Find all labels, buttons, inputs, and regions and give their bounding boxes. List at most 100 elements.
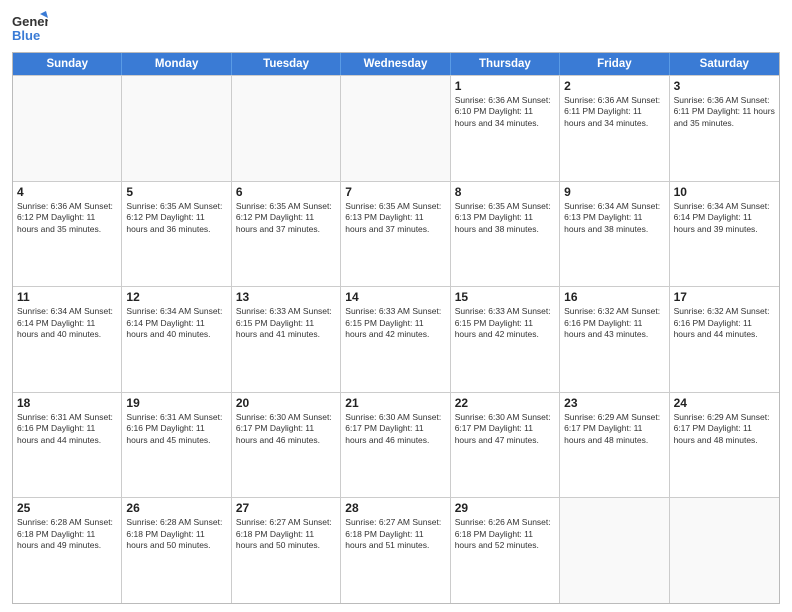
logo: General Blue	[12, 10, 48, 46]
cell-day-number: 20	[236, 396, 336, 410]
calendar-cell: 19 Sunrise: 6:31 AM Sunset: 6:16 PM Dayli…	[122, 393, 231, 498]
cell-day-number: 11	[17, 290, 117, 304]
calendar-cell	[560, 498, 669, 603]
cell-day-number: 6	[236, 185, 336, 199]
cell-info: Sunrise: 6:35 AM Sunset: 6:13 PM Dayligh…	[345, 201, 445, 235]
cell-info: Sunrise: 6:31 AM Sunset: 6:16 PM Dayligh…	[126, 412, 226, 446]
cell-day-number: 14	[345, 290, 445, 304]
calendar-cell: 14 Sunrise: 6:33 AM Sunset: 6:15 PM Dayli…	[341, 287, 450, 392]
cell-day-number: 1	[455, 79, 555, 93]
cell-info: Sunrise: 6:32 AM Sunset: 6:16 PM Dayligh…	[674, 306, 775, 340]
day-header-tuesday: Tuesday	[232, 53, 341, 75]
cell-info: Sunrise: 6:27 AM Sunset: 6:18 PM Dayligh…	[345, 517, 445, 551]
calendar-cell	[341, 76, 450, 181]
svg-text:Blue: Blue	[12, 28, 40, 43]
cell-day-number: 17	[674, 290, 775, 304]
cell-info: Sunrise: 6:30 AM Sunset: 6:17 PM Dayligh…	[236, 412, 336, 446]
calendar-header: SundayMondayTuesdayWednesdayThursdayFrid…	[13, 53, 779, 75]
cell-day-number: 23	[564, 396, 664, 410]
cell-info: Sunrise: 6:27 AM Sunset: 6:18 PM Dayligh…	[236, 517, 336, 551]
calendar-cell	[232, 76, 341, 181]
cell-info: Sunrise: 6:26 AM Sunset: 6:18 PM Dayligh…	[455, 517, 555, 551]
logo-icon: General Blue	[12, 10, 48, 46]
day-header-sunday: Sunday	[13, 53, 122, 75]
day-header-friday: Friday	[560, 53, 669, 75]
calendar-cell: 15 Sunrise: 6:33 AM Sunset: 6:15 PM Dayli…	[451, 287, 560, 392]
calendar-week-1: 4 Sunrise: 6:36 AM Sunset: 6:12 PM Daylig…	[13, 181, 779, 287]
cell-info: Sunrise: 6:34 AM Sunset: 6:13 PM Dayligh…	[564, 201, 664, 235]
calendar-cell: 13 Sunrise: 6:33 AM Sunset: 6:15 PM Dayli…	[232, 287, 341, 392]
cell-info: Sunrise: 6:34 AM Sunset: 6:14 PM Dayligh…	[126, 306, 226, 340]
cell-info: Sunrise: 6:34 AM Sunset: 6:14 PM Dayligh…	[674, 201, 775, 235]
calendar-cell: 9 Sunrise: 6:34 AM Sunset: 6:13 PM Daylig…	[560, 182, 669, 287]
cell-info: Sunrise: 6:29 AM Sunset: 6:17 PM Dayligh…	[564, 412, 664, 446]
calendar-cell: 11 Sunrise: 6:34 AM Sunset: 6:14 PM Dayli…	[13, 287, 122, 392]
cell-day-number: 4	[17, 185, 117, 199]
calendar-week-3: 18 Sunrise: 6:31 AM Sunset: 6:16 PM Dayli…	[13, 392, 779, 498]
calendar-cell: 7 Sunrise: 6:35 AM Sunset: 6:13 PM Daylig…	[341, 182, 450, 287]
cell-info: Sunrise: 6:31 AM Sunset: 6:16 PM Dayligh…	[17, 412, 117, 446]
calendar-cell: 20 Sunrise: 6:30 AM Sunset: 6:17 PM Dayli…	[232, 393, 341, 498]
cell-day-number: 18	[17, 396, 117, 410]
calendar-week-2: 11 Sunrise: 6:34 AM Sunset: 6:14 PM Dayli…	[13, 286, 779, 392]
calendar-cell: 23 Sunrise: 6:29 AM Sunset: 6:17 PM Dayli…	[560, 393, 669, 498]
calendar-cell: 3 Sunrise: 6:36 AM Sunset: 6:11 PM Daylig…	[670, 76, 779, 181]
calendar-cell	[122, 76, 231, 181]
calendar-cell: 21 Sunrise: 6:30 AM Sunset: 6:17 PM Dayli…	[341, 393, 450, 498]
day-header-wednesday: Wednesday	[341, 53, 450, 75]
cell-day-number: 9	[564, 185, 664, 199]
cell-info: Sunrise: 6:36 AM Sunset: 6:11 PM Dayligh…	[564, 95, 664, 129]
cell-day-number: 8	[455, 185, 555, 199]
calendar-cell: 18 Sunrise: 6:31 AM Sunset: 6:16 PM Dayli…	[13, 393, 122, 498]
day-header-monday: Monday	[122, 53, 231, 75]
calendar-cell: 8Sunrise: 6:35 AM Sunset: 6:13 PM Daylig…	[451, 182, 560, 287]
cell-info: Sunrise: 6:33 AM Sunset: 6:15 PM Dayligh…	[236, 306, 336, 340]
cell-day-number: 28	[345, 501, 445, 515]
cell-day-number: 27	[236, 501, 336, 515]
cell-day-number: 2	[564, 79, 664, 93]
cell-day-number: 29	[455, 501, 555, 515]
calendar-week-4: 25 Sunrise: 6:28 AM Sunset: 6:18 PM Dayli…	[13, 497, 779, 603]
day-header-saturday: Saturday	[670, 53, 779, 75]
calendar-cell: 26 Sunrise: 6:28 AM Sunset: 6:18 PM Dayli…	[122, 498, 231, 603]
cell-day-number: 5	[126, 185, 226, 199]
calendar-cell: 6Sunrise: 6:35 AM Sunset: 6:12 PM Daylig…	[232, 182, 341, 287]
calendar-cell	[13, 76, 122, 181]
cell-day-number: 24	[674, 396, 775, 410]
cell-info: Sunrise: 6:36 AM Sunset: 6:11 PM Dayligh…	[674, 95, 775, 129]
cell-info: Sunrise: 6:36 AM Sunset: 6:12 PM Dayligh…	[17, 201, 117, 235]
cell-info: Sunrise: 6:36 AM Sunset: 6:10 PM Dayligh…	[455, 95, 555, 129]
cell-info: Sunrise: 6:35 AM Sunset: 6:12 PM Dayligh…	[126, 201, 226, 235]
cell-day-number: 7	[345, 185, 445, 199]
cell-day-number: 15	[455, 290, 555, 304]
calendar-cell: 4 Sunrise: 6:36 AM Sunset: 6:12 PM Daylig…	[13, 182, 122, 287]
calendar-cell: 28 Sunrise: 6:27 AM Sunset: 6:18 PM Dayli…	[341, 498, 450, 603]
calendar-cell: 10Sunrise: 6:34 AM Sunset: 6:14 PM Dayli…	[670, 182, 779, 287]
calendar-cell	[670, 498, 779, 603]
calendar-cell: 29 Sunrise: 6:26 AM Sunset: 6:18 PM Dayli…	[451, 498, 560, 603]
calendar-cell: 24 Sunrise: 6:29 AM Sunset: 6:17 PM Dayli…	[670, 393, 779, 498]
cell-day-number: 22	[455, 396, 555, 410]
calendar-cell: 5 Sunrise: 6:35 AM Sunset: 6:12 PM Daylig…	[122, 182, 231, 287]
cell-info: Sunrise: 6:29 AM Sunset: 6:17 PM Dayligh…	[674, 412, 775, 446]
cell-info: Sunrise: 6:32 AM Sunset: 6:16 PM Dayligh…	[564, 306, 664, 340]
calendar-body: 1 Sunrise: 6:36 AM Sunset: 6:10 PM Daylig…	[13, 75, 779, 603]
cell-info: Sunrise: 6:33 AM Sunset: 6:15 PM Dayligh…	[455, 306, 555, 340]
cell-info: Sunrise: 6:28 AM Sunset: 6:18 PM Dayligh…	[126, 517, 226, 551]
day-header-thursday: Thursday	[451, 53, 560, 75]
cell-day-number: 19	[126, 396, 226, 410]
cell-info: Sunrise: 6:30 AM Sunset: 6:17 PM Dayligh…	[345, 412, 445, 446]
cell-day-number: 13	[236, 290, 336, 304]
calendar-cell: 1 Sunrise: 6:36 AM Sunset: 6:10 PM Daylig…	[451, 76, 560, 181]
cell-info: Sunrise: 6:33 AM Sunset: 6:15 PM Dayligh…	[345, 306, 445, 340]
cell-day-number: 12	[126, 290, 226, 304]
cell-day-number: 3	[674, 79, 775, 93]
calendar-cell: 25Sunrise: 6:28 AM Sunset: 6:18 PM Dayli…	[13, 498, 122, 603]
cell-day-number: 26	[126, 501, 226, 515]
cell-info: Sunrise: 6:34 AM Sunset: 6:14 PM Dayligh…	[17, 306, 117, 340]
calendar-cell: 17 Sunrise: 6:32 AM Sunset: 6:16 PM Dayli…	[670, 287, 779, 392]
calendar-cell: 22Sunrise: 6:30 AM Sunset: 6:17 PM Dayli…	[451, 393, 560, 498]
cell-day-number: 21	[345, 396, 445, 410]
calendar-cell: 12 Sunrise: 6:34 AM Sunset: 6:14 PM Dayli…	[122, 287, 231, 392]
cell-day-number: 25	[17, 501, 117, 515]
